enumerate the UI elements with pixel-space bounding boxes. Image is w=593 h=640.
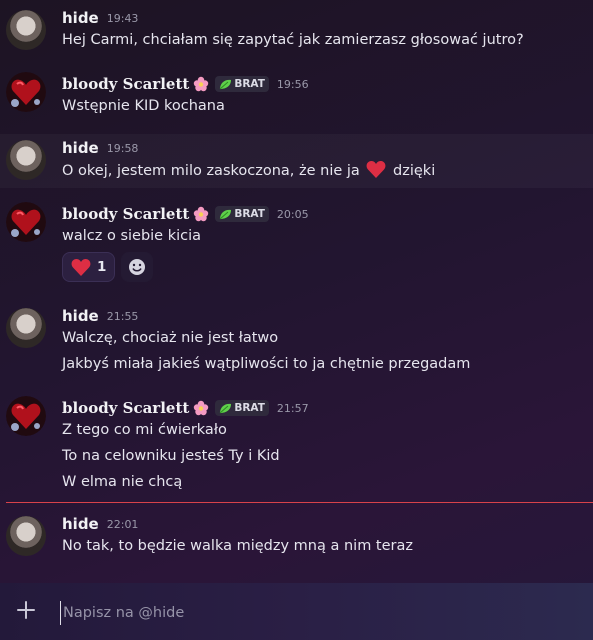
message-text: O okej, jestem milo zaskoczona, że nie j… <box>62 160 435 181</box>
leaf-icon <box>219 79 232 89</box>
message-item[interactable]: hide 19:43 Hej Carmi, chciałam się zapyt… <box>0 0 593 62</box>
author-name[interactable]: bloody Scarlett <box>62 205 189 223</box>
author-name[interactable]: bloody Scarlett <box>62 399 189 417</box>
role-badge[interactable]: BRAT <box>215 76 269 92</box>
message-text: W elma nie chcą <box>62 474 183 490</box>
message-item[interactable]: hide 19:58 O okej, jestem milo zaskoczon… <box>0 134 593 188</box>
avatar[interactable] <box>6 308 46 348</box>
flower-icon <box>194 76 209 92</box>
role-badge[interactable]: BRAT <box>215 206 269 222</box>
leaf-icon <box>219 403 232 413</box>
avatar[interactable] <box>6 202 46 242</box>
message-text: Walczę, chociaż nie jest łatwo <box>62 330 279 346</box>
role-badge[interactable]: BRAT <box>215 400 269 416</box>
flower-icon <box>194 400 209 416</box>
reaction-button[interactable]: 1 <box>62 252 116 282</box>
timestamp: 20:05 <box>276 207 309 221</box>
avatar[interactable] <box>6 516 46 556</box>
author-name[interactable]: hide <box>62 9 99 27</box>
heart-emoji-icon <box>71 258 91 276</box>
add-reaction-button[interactable] <box>121 252 154 282</box>
avatar[interactable] <box>6 140 46 180</box>
message-text: Jakbyś miała jakieś wątpliwości to ja ch… <box>62 356 471 372</box>
message-text: To na celowniku jesteś Ty i Kid <box>62 448 280 464</box>
timestamp: 21:57 <box>276 401 309 415</box>
flower-icon <box>194 206 209 222</box>
avatar[interactable] <box>6 72 46 112</box>
message-input[interactable] <box>60 601 575 625</box>
timestamp: 21:55 <box>106 309 139 323</box>
plus-icon[interactable] <box>16 600 36 620</box>
avatar[interactable] <box>6 396 46 436</box>
author-name[interactable]: hide <box>62 139 99 157</box>
reactions-bar: 1 <box>62 252 154 282</box>
message-item[interactable]: bloody Scarlett BRAT 19:56 Wstępnie KID … <box>0 62 593 132</box>
heart-emoji-icon[interactable] <box>366 160 386 179</box>
author-name[interactable]: bloody Scarlett <box>62 75 189 93</box>
timestamp: 19:56 <box>276 77 309 91</box>
message-text: Hej Carmi, chciałam się zapytać jak zami… <box>62 32 524 48</box>
author-name[interactable]: hide <box>62 307 99 325</box>
message-composer <box>0 583 593 640</box>
timestamp: 22:01 <box>106 517 139 531</box>
reaction-count: 1 <box>97 259 107 275</box>
message-text: No tak, to będzie walka między mną a nim… <box>62 538 413 554</box>
message-text: Z tego co mi ćwierkało <box>62 422 227 438</box>
message-list: hide 19:43 Hej Carmi, chciałam się zapyt… <box>0 0 593 583</box>
timestamp: 19:58 <box>106 141 139 155</box>
message-item[interactable]: hide 22:01 No tak, to będzie walka międz… <box>0 506 593 568</box>
message-text: Wstępnie KID kochana <box>62 98 225 114</box>
smiley-add-icon <box>129 259 146 275</box>
timestamp: 19:43 <box>106 11 139 25</box>
new-messages-divider <box>6 502 593 503</box>
leaf-icon <box>219 209 232 219</box>
message-text: walcz o siebie kicia <box>62 228 202 244</box>
author-name[interactable]: hide <box>62 515 99 533</box>
avatar[interactable] <box>6 10 46 50</box>
message-item[interactable]: bloody Scarlett BRAT 21:57 Z tego co mi … <box>0 386 593 496</box>
message-item[interactable]: hide 21:55 Walczę, chociaż nie jest łatw… <box>0 298 593 382</box>
